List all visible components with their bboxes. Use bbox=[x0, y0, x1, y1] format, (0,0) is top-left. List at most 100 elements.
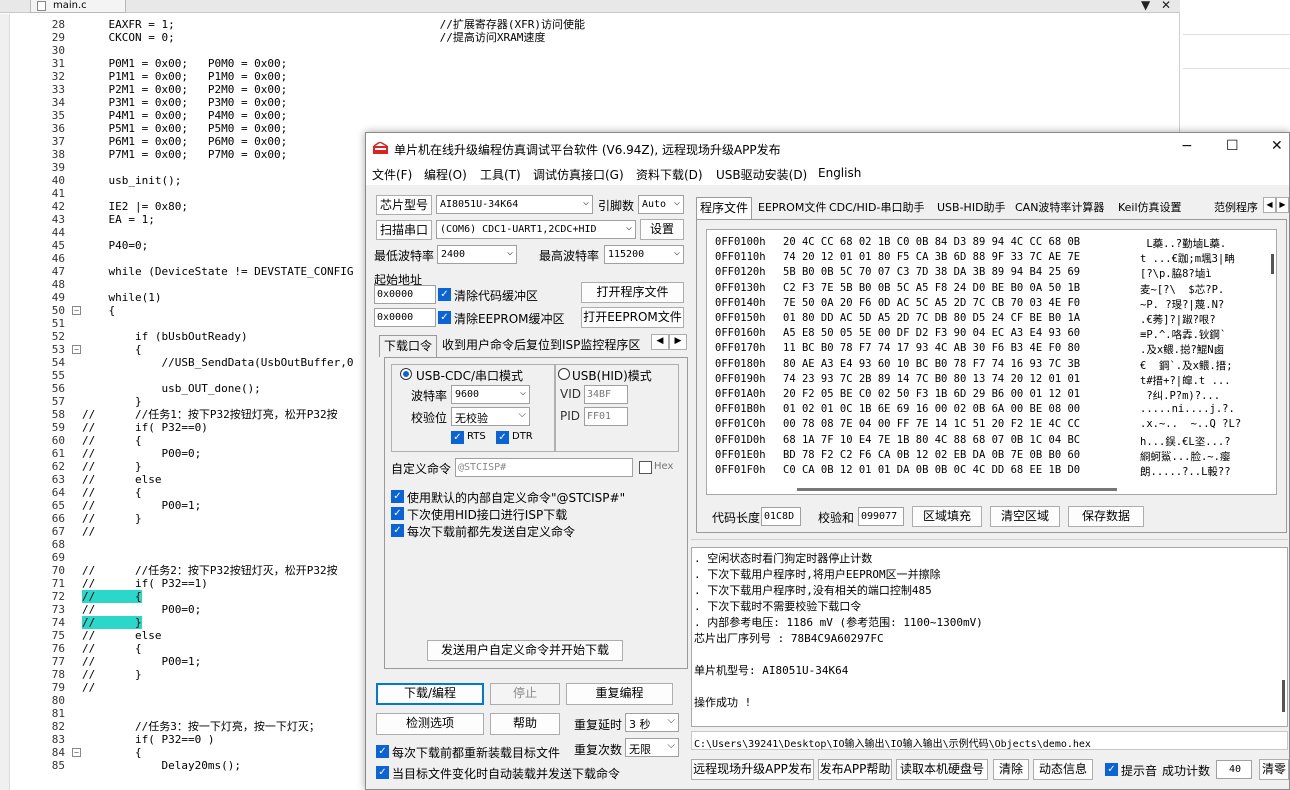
dtr-checkbox[interactable]: ✓ bbox=[496, 431, 509, 444]
close-icon[interactable]: ✕ bbox=[1271, 138, 1283, 154]
tab-scroll-left-icon[interactable]: ◀ bbox=[1263, 197, 1276, 213]
clear-eeprom-checkbox[interactable]: ✓ bbox=[438, 311, 451, 324]
tab-reset-to-isp[interactable]: 收到用户命令后复位到ISP监控程序区 bbox=[442, 335, 640, 354]
pin-count-select[interactable]: Auto ⌵ bbox=[638, 195, 684, 214]
code-text: while (DeviceState != DEVSTATE_CONFIG bbox=[82, 265, 354, 278]
download-program-button[interactable]: 下载/编程 bbox=[376, 683, 484, 705]
tab-usb-hid[interactable]: USB-HID助手 bbox=[937, 199, 1006, 218]
maximize-icon[interactable]: ☐ bbox=[1226, 138, 1239, 154]
open-program-file-button[interactable]: 打开程序文件 bbox=[581, 282, 684, 303]
menu-tools[interactable]: 工具(T) bbox=[480, 166, 521, 183]
line-number: 48 bbox=[51, 278, 65, 291]
hex-asc: ~P. ?琝?|蔑.N? bbox=[1140, 298, 1225, 311]
tab-examples[interactable]: 范例程序 bbox=[1214, 199, 1258, 218]
line-number: 62 bbox=[51, 460, 65, 473]
tab-can-baud[interactable]: CAN波特率计算器 bbox=[1015, 199, 1104, 218]
log-output[interactable]: . 空闲状态时看门狗定时器停止计数 . 下次下载用户程序时,将用户EEPROM区… bbox=[691, 547, 1288, 727]
line-number: 35 bbox=[51, 109, 65, 122]
port-select[interactable]: (COM6) CDC1-UART1,2CDC+HID ⌵ bbox=[436, 220, 636, 239]
menu-english[interactable]: English bbox=[818, 166, 861, 180]
code-text: // { bbox=[82, 642, 142, 655]
tab-scroll-left-icon[interactable]: ◀ bbox=[651, 334, 669, 350]
baud-label: 波特率 bbox=[411, 389, 448, 403]
repeat-program-button[interactable]: 重复编程 bbox=[566, 683, 673, 705]
minimize-icon[interactable]: − bbox=[1181, 138, 1193, 154]
fold-toggle-icon[interactable]: − bbox=[72, 306, 81, 315]
menu-download[interactable]: 资料下载(D) bbox=[636, 166, 703, 183]
code-text: if( P32==0 ) bbox=[82, 733, 215, 746]
open-eeprom-file-button[interactable]: 打开EEPROM文件 bbox=[581, 307, 684, 328]
custom-command-input[interactable]: @STCISP# bbox=[455, 458, 633, 477]
menu-debug[interactable]: 调试仿真接口(G) bbox=[533, 166, 624, 183]
dynamic-info-button[interactable]: 动态信息 bbox=[1033, 759, 1093, 780]
hex-checkbox[interactable] bbox=[639, 461, 652, 474]
repeat-count-select[interactable]: 无限 ⌵ bbox=[625, 738, 679, 757]
tab-main-c[interactable]: main.c bbox=[30, 0, 126, 13]
max-baud-label: 最高波特率 bbox=[539, 249, 600, 263]
check-options-button[interactable]: 检测选项 bbox=[376, 713, 484, 735]
horizontal-scrollbar[interactable] bbox=[797, 488, 1117, 491]
tab-eeprom-file[interactable]: EEPROM文件 bbox=[758, 199, 826, 218]
publish-help-button[interactable]: 发布APP帮助 bbox=[818, 759, 892, 780]
line-number: 52 bbox=[51, 330, 65, 343]
rts-checkbox[interactable]: ✓ bbox=[451, 431, 464, 444]
next-hid-checkbox[interactable]: ✓ bbox=[391, 507, 404, 520]
fold-toggle-icon[interactable]: − bbox=[72, 345, 81, 354]
line-number: 37 bbox=[51, 135, 65, 148]
help-button[interactable]: 帮助 bbox=[490, 713, 560, 735]
vid-input[interactable]: 34BF bbox=[584, 385, 628, 404]
hex-addr: 0FF0190h bbox=[715, 372, 766, 385]
baud-select[interactable]: 9600 ⌵ bbox=[451, 385, 530, 404]
parity-select[interactable]: 无校验 ⌵ bbox=[451, 407, 530, 426]
hex-viewer[interactable]: 0FF0100h 20 4C CC 68 02 1B C0 0B 84 D3 89… bbox=[706, 229, 1277, 495]
menu-usb-driver[interactable]: USB驱动安装(D) bbox=[716, 166, 807, 183]
tab-list-icon[interactable]: ▼ bbox=[1141, 0, 1150, 12]
menu-file[interactable]: 文件(F) bbox=[372, 166, 412, 183]
clear-code-checkbox[interactable]: ✓ bbox=[438, 288, 451, 301]
fill-area-button[interactable]: 区域填充 bbox=[912, 506, 982, 527]
auto-reload-checkbox[interactable]: ✓ bbox=[376, 766, 389, 779]
save-data-button[interactable]: 保存数据 bbox=[1068, 506, 1144, 527]
hid-mode-radio[interactable] bbox=[558, 368, 570, 380]
tab-scroll-right-icon[interactable]: ▶ bbox=[669, 334, 687, 350]
close-tab-icon[interactable]: ✕ bbox=[1161, 0, 1171, 12]
repeat-delay-select[interactable]: 3 秒 ⌵ bbox=[625, 713, 679, 732]
settings-button[interactable]: 设置 bbox=[640, 219, 684, 240]
tab-download-password[interactable]: 下载口令 bbox=[379, 335, 438, 357]
clear-area-button[interactable]: 清空区域 bbox=[990, 506, 1060, 527]
use-default-command-checkbox[interactable]: ✓ bbox=[391, 490, 404, 503]
fold-toggle-icon[interactable]: − bbox=[72, 748, 81, 757]
hex-bytes: 7E 50 0A 20 F6 0D AC 5C A5 2D 7C CB 70 0… bbox=[783, 296, 1081, 309]
send-before-download-checkbox[interactable]: ✓ bbox=[391, 524, 404, 537]
line-number: 58 bbox=[51, 408, 65, 421]
beep-checkbox[interactable]: ✓ bbox=[1105, 763, 1118, 776]
eeprom-start-address-input[interactable]: 0x0000 bbox=[374, 308, 436, 327]
vertical-scrollbar[interactable] bbox=[1271, 254, 1274, 274]
line-number: 28 bbox=[51, 18, 65, 31]
menu-program[interactable]: 编程(O) bbox=[424, 166, 467, 183]
splitter[interactable] bbox=[691, 539, 1288, 541]
read-disk-id-button[interactable]: 读取本机硬盘号 bbox=[896, 759, 988, 780]
send-command-download-button[interactable]: 发送用户自定义命令并开始下载 bbox=[427, 640, 623, 661]
stop-button[interactable]: 停止 bbox=[490, 683, 560, 705]
scan-port-button[interactable]: 扫描串口 bbox=[376, 220, 432, 240]
code-start-address-input[interactable]: 0x0000 bbox=[374, 285, 436, 304]
tab-scroll-right-icon[interactable]: ▶ bbox=[1276, 197, 1289, 213]
code-text: P5M1 = 0x00; P5M0 = 0x00; bbox=[82, 122, 288, 135]
clear-log-button[interactable]: 清除 bbox=[993, 759, 1029, 780]
reset-count-button[interactable]: 清零 bbox=[1259, 759, 1289, 780]
tab-keil-sim[interactable]: Keil仿真设置 bbox=[1118, 199, 1182, 218]
log-scrollbar[interactable] bbox=[1282, 680, 1285, 712]
pid-input[interactable]: FF01 bbox=[584, 407, 628, 426]
cdc-mode-radio[interactable] bbox=[400, 368, 412, 380]
chip-model-button[interactable]: 芯片型号 bbox=[376, 195, 432, 215]
chip-model-select[interactable]: AI8051U-34K64 ⌵ bbox=[436, 195, 593, 214]
tab-program-file[interactable]: 程序文件 bbox=[696, 197, 753, 219]
reload-before-download-checkbox[interactable]: ✓ bbox=[376, 745, 389, 758]
success-count-value: 40 bbox=[1216, 760, 1252, 779]
max-baud-select[interactable]: 115200 ⌵ bbox=[604, 245, 684, 264]
publish-app-button[interactable]: 远程现场升级APP发布 bbox=[691, 759, 814, 780]
code-text: P7M1 = 0x00; P7M0 = 0x00; bbox=[82, 148, 288, 161]
min-baud-select[interactable]: 2400 ⌵ bbox=[437, 245, 517, 264]
tab-cdc-hid-serial[interactable]: CDC/HID-串口助手 bbox=[829, 199, 925, 218]
